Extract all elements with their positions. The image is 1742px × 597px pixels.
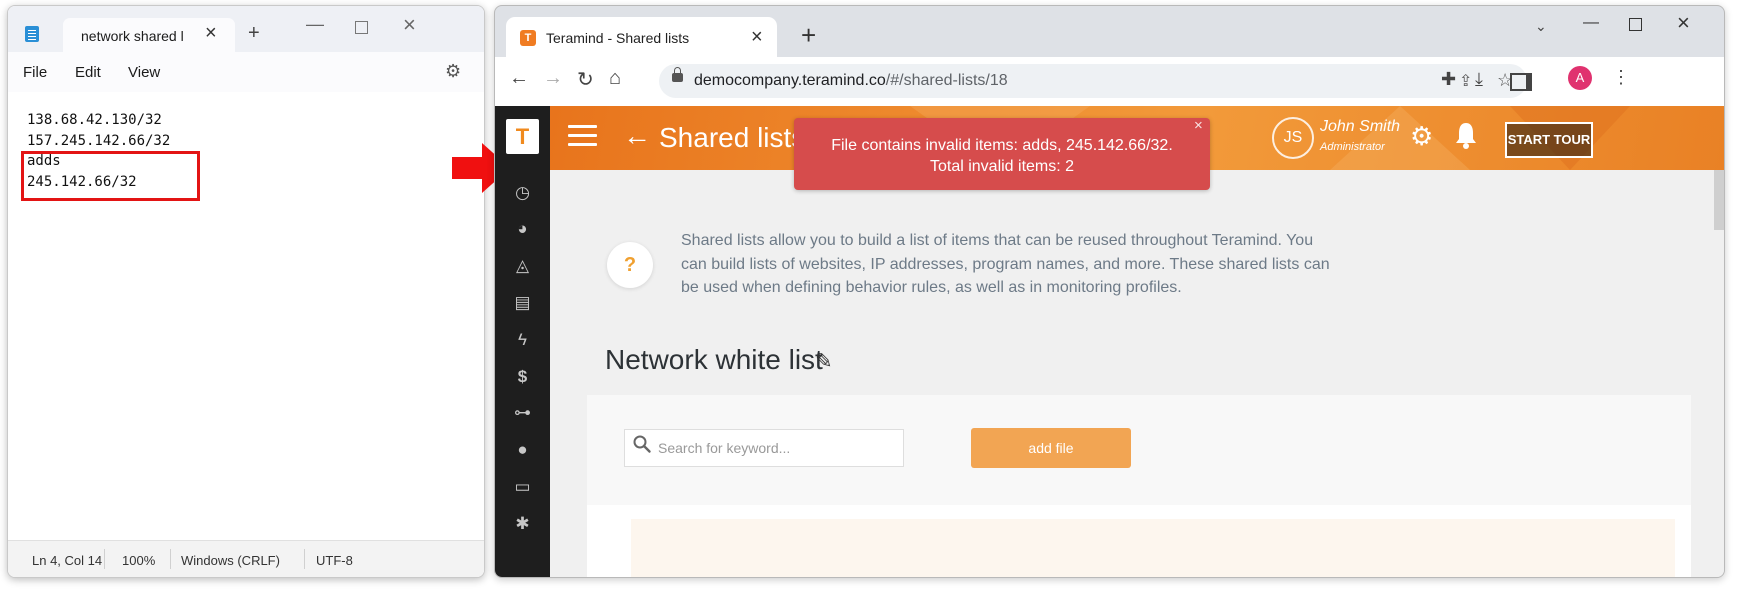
lock-icon — [672, 67, 683, 82]
notepad-menubar: File Edit View ⚙ — [8, 52, 484, 92]
back-icon[interactable]: ← — [509, 67, 529, 90]
search-icon — [633, 435, 651, 453]
user-name[interactable]: John Smith — [1320, 118, 1400, 136]
add-file-button[interactable]: add file — [971, 428, 1131, 468]
notepad-statusbar: Ln 4, Col 14 100% Windows (CRLF) UTF-8 — [8, 540, 484, 577]
bell-icon[interactable] — [1455, 120, 1477, 150]
help-icon: ? — [607, 242, 653, 288]
status-divider — [304, 549, 305, 569]
download-icon[interactable]: ⤓ — [1475, 69, 1483, 90]
document-icon[interactable]: ▤ — [495, 293, 550, 313]
reload-icon[interactable]: ↻ — [577, 67, 594, 92]
share-icon[interactable]: ⇪ — [1459, 71, 1472, 91]
url-host: democompany.teramind.co — [694, 72, 886, 89]
page-scrollbar[interactable] — [1714, 170, 1724, 230]
user-role: Administrator — [1320, 141, 1385, 153]
browser-toolbar: ← → ↻ ⌂ democompany.teramind.co/#/shared… — [495, 57, 1724, 107]
browser-window: T Teramind - Shared lists × + ⌄ — × ← → … — [494, 5, 1725, 578]
profile-avatar[interactable]: A — [1568, 66, 1592, 90]
status-divider — [104, 549, 105, 569]
url-path: /#/shared-lists/18 — [885, 72, 1008, 89]
search-input[interactable] — [658, 430, 898, 466]
extensions-icon[interactable]: ✚ — [1441, 69, 1456, 90]
monitor-icon[interactable]: ▭ — [495, 477, 550, 497]
notepad-tab-title: network shared l — [81, 28, 184, 44]
notepad-window: network shared l × + — × File Edit View … — [7, 5, 485, 578]
browser-tab-title: Teramind - Shared lists — [546, 30, 690, 46]
forward-icon[interactable]: → — [543, 67, 563, 90]
teramind-app: T ◷ ◕ ◬ ▤ ϟ $ ⊶ ● ▭ ✱ ← Shared lists JS … — [495, 106, 1724, 577]
plus-icon[interactable]: + — [248, 22, 260, 45]
notepad-titlebar: network shared l × + — × — [8, 6, 484, 52]
cog-icon[interactable]: ✱ — [495, 514, 550, 534]
pie-chart-icon[interactable]: ◕ — [495, 219, 550, 239]
toast-message: File contains invalid items: adds, 245.1… — [831, 137, 1173, 175]
tab-search-icon[interactable]: ⌄ — [1535, 18, 1547, 35]
notepad-tab[interactable]: network shared l × — [63, 18, 235, 52]
area-chart-icon[interactable]: ◬ — [495, 256, 550, 276]
pencil-icon[interactable]: ✎ — [815, 349, 833, 374]
error-toast: File contains invalid items: adds, 245.1… — [794, 117, 1210, 190]
menu-view[interactable]: View — [128, 64, 160, 81]
line-ending: Windows (CRLF) — [181, 553, 280, 568]
user-avatar[interactable]: JS — [1272, 117, 1314, 159]
minimize-icon[interactable]: — — [306, 14, 324, 35]
teramind-logo[interactable]: T — [506, 119, 539, 154]
dollar-icon[interactable]: $ — [495, 367, 550, 387]
encoding: UTF-8 — [316, 553, 353, 568]
zoom-level: 100% — [122, 553, 156, 568]
close-icon[interactable]: × — [205, 22, 217, 45]
settings-icon[interactable]: ⚙ — [445, 61, 461, 82]
toast-close-icon[interactable]: × — [1194, 117, 1203, 134]
maximize-icon[interactable] — [1629, 18, 1642, 31]
page-title: Shared lists — [659, 122, 806, 153]
text-line: 157.245.142.66/32 — [27, 132, 171, 149]
menu-edit[interactable]: Edit — [75, 64, 101, 81]
search-field[interactable] — [624, 429, 904, 467]
lightning-icon[interactable]: ϟ — [495, 330, 550, 350]
maximize-icon[interactable] — [355, 21, 368, 34]
menu-file[interactable]: File — [23, 64, 47, 81]
gear-icon[interactable]: ⚙ — [1410, 121, 1433, 152]
url-text[interactable]: democompany.teramind.co/#/shared-lists/1… — [694, 72, 1008, 90]
highlight-box — [21, 151, 200, 201]
status-divider — [170, 549, 171, 569]
close-icon[interactable]: × — [751, 26, 763, 49]
minimize-icon[interactable]: — — [1583, 14, 1599, 32]
clock-icon[interactable]: ◷ — [495, 183, 550, 203]
address-bar[interactable]: democompany.teramind.co/#/shared-lists/1… — [659, 64, 1527, 98]
menu-dots-icon[interactable]: ⋮ — [1612, 67, 1630, 88]
cursor-position: Ln 4, Col 14 — [32, 553, 103, 568]
hamburger-menu-icon[interactable] — [568, 125, 597, 147]
teramind-sidebar: T ◷ ◕ ◬ ▤ ϟ $ ⊶ ● ▭ ✱ — [495, 106, 550, 577]
text-line: 138.68.42.130/32 — [27, 112, 162, 128]
list-panel: add file — [587, 395, 1691, 577]
help-description: Shared lists allow you to build a list o… — [681, 232, 1330, 296]
start-tour-button[interactable]: START TOUR — [1505, 122, 1593, 158]
list-notice-area — [631, 519, 1675, 577]
new-tab-icon[interactable]: + — [801, 22, 816, 48]
users-icon[interactable]: ● — [495, 440, 550, 460]
list-title: Network white list — [605, 344, 823, 375]
notepad-icon — [25, 26, 39, 42]
window-close-icon[interactable]: × — [1677, 10, 1690, 36]
side-panel-icon[interactable] — [1510, 73, 1532, 91]
home-icon[interactable]: ⌂ — [609, 67, 621, 90]
teramind-favicon-icon: T — [520, 30, 536, 46]
browser-tab[interactable]: T Teramind - Shared lists × — [506, 17, 777, 57]
gamepad-icon[interactable]: ⊶ — [495, 403, 550, 423]
window-close-icon[interactable]: × — [403, 12, 416, 38]
header-decoration — [1330, 106, 1470, 170]
back-arrow-icon[interactable]: ← — [623, 120, 651, 152]
